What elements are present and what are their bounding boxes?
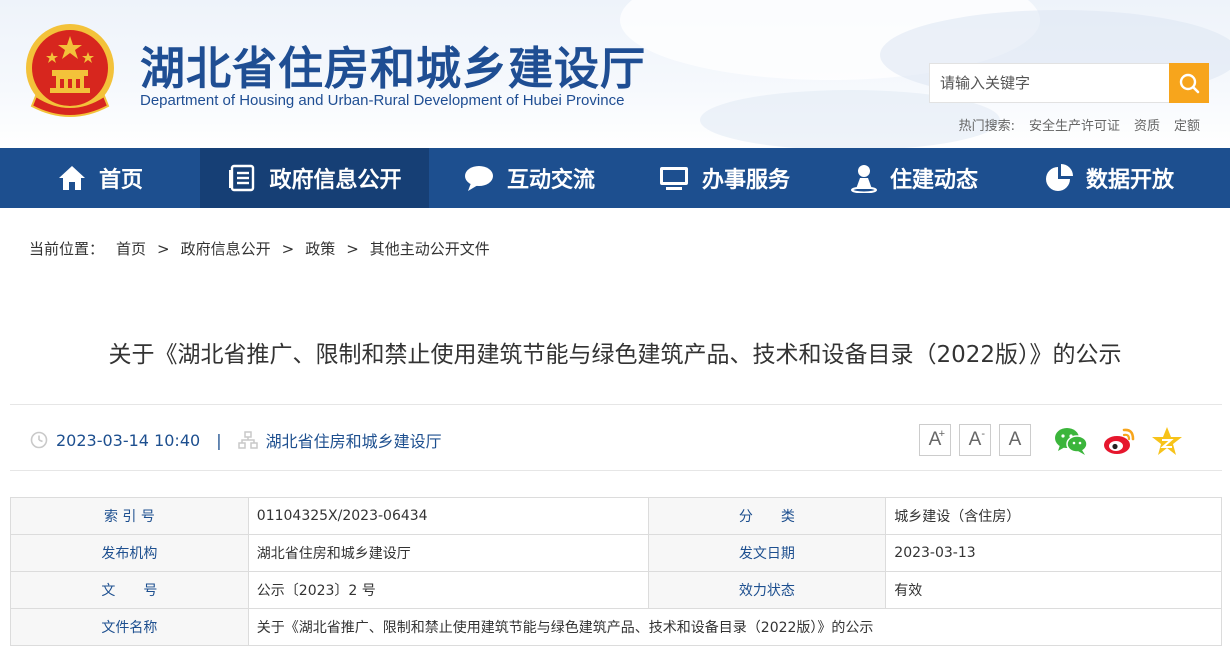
publisher-value: 湖北省住房和城乡建设厅 [247, 534, 649, 572]
nav-item-news[interactable]: 住建动态 [819, 148, 1009, 208]
font-button-sup: + [938, 428, 945, 440]
nav-item-label: 办事服务 [701, 168, 790, 193]
hot-search: 热门搜索: 安全生产许可证 资质 定额 [959, 115, 1200, 134]
organization-icon [237, 431, 258, 449]
home-icon [58, 166, 85, 190]
person-pin-icon [850, 165, 877, 193]
nav-item-label: 首页 [98, 168, 143, 193]
site-subtitle: Department of Housing and Urban-Rural De… [140, 92, 625, 109]
hot-search-item[interactable]: 安全生产许可证 [1029, 115, 1120, 134]
document-number-value: 公示〔2023〕2 号 [247, 571, 649, 609]
issue-date-value: 2023-03-13 [885, 534, 1222, 572]
breadcrumb-item-home[interactable]: 首页 [116, 238, 146, 259]
article-source: 湖北省住房和城乡建设厅 [265, 432, 442, 451]
breadcrumb-item-gov-info[interactable]: 政府信息公开 [181, 238, 271, 259]
share-qzone-button[interactable] [1150, 424, 1184, 458]
document-number-label: 文 号 [10, 571, 249, 609]
table-row: 索 引 号 01104325X/2023-06434 分 类 城乡建设（含住房） [10, 497, 1222, 535]
table-row: 文件名称 关于《湖北省推广、限制和禁止使用建筑节能与绿色建筑产品、技术和设备目录… [10, 608, 1223, 646]
publisher-label: 发布机构 [10, 534, 249, 572]
qzone-icon [1152, 427, 1182, 455]
category-label: 分 类 [647, 497, 887, 535]
validity-status-label: 效力状态 [647, 571, 887, 609]
divider [10, 470, 1222, 471]
font-decrease-button[interactable]: A- [959, 424, 991, 456]
weibo-icon [1104, 428, 1135, 454]
table-row: 发布机构 湖北省住房和城乡建设厅 发文日期 2023-03-13 [10, 534, 1222, 572]
nav-item-gov-info[interactable]: 政府信息公开 [200, 148, 429, 208]
font-reset-button[interactable]: A [999, 424, 1031, 456]
share-weibo-button[interactable] [1102, 424, 1136, 458]
publish-datetime: 2023-03-14 10:40 [56, 430, 201, 450]
clock-icon [30, 431, 48, 449]
share-wechat-button[interactable] [1054, 424, 1088, 458]
breadcrumb-separator: > [157, 239, 170, 258]
article-meta: 2023-03-14 10:40 | 湖北省住房和城乡建设厅 [30, 428, 442, 452]
chat-bubble-icon [464, 166, 493, 191]
nav-item-label: 互动交流 [506, 168, 595, 193]
pie-chart-icon [1045, 164, 1073, 191]
nav-item-label: 政府信息公开 [269, 168, 402, 193]
breadcrumb-item-other-docs[interactable]: 其他主动公开文件 [370, 238, 490, 259]
share-bar [1054, 424, 1184, 458]
document-name-value: 关于《湖北省推广、限制和禁止使用建筑节能与绿色建筑产品、技术和设备目录（2022… [247, 608, 1223, 646]
index-number-label: 索 引 号 [10, 497, 249, 535]
main-nav: 首页 政府信息公开 互动交流 办事服务 住建动态 数据开放 [0, 148, 1230, 208]
nav-item-label: 数据开放 [1085, 168, 1174, 193]
font-button-sup: - [981, 428, 985, 440]
document-info-table: 索 引 号 01104325X/2023-06434 分 类 城乡建设（含住房）… [10, 497, 1223, 646]
hot-search-label: 热门搜索: [958, 119, 1015, 134]
search-box [929, 63, 1209, 103]
issue-date-label: 发文日期 [647, 534, 887, 572]
hot-search-item[interactable]: 资质 [1134, 115, 1160, 134]
meta-separator: | [216, 430, 222, 450]
search-icon [1179, 73, 1200, 94]
font-button-label: A [968, 429, 982, 450]
breadcrumb: 当前位置： 首页 > 政府信息公开 > 政策 > 其他主动公开文件 [29, 238, 490, 259]
breadcrumb-separator: > [346, 239, 359, 258]
monitor-icon [659, 167, 688, 190]
site-title: 湖北省住房和城乡建设厅 [140, 42, 647, 95]
article-title: 关于《湖北省推广、限制和禁止使用建筑节能与绿色建筑产品、技术和设备目录（2022… [108, 342, 1122, 368]
font-increase-button[interactable]: A + [919, 424, 951, 456]
search-button[interactable] [1169, 63, 1209, 103]
breadcrumb-item-policy[interactable]: 政策 [305, 238, 335, 259]
font-button-label: A [1008, 429, 1022, 450]
site-header: 湖北省住房和城乡建设厅 Department of Housing and Ur… [0, 0, 1230, 148]
national-emblem-icon [26, 24, 114, 117]
nav-item-home[interactable]: 首页 [0, 148, 200, 208]
hot-search-item[interactable]: 定额 [1174, 115, 1200, 134]
index-number-value: 01104325X/2023-06434 [247, 497, 649, 535]
nav-item-interaction[interactable]: 互动交流 [429, 148, 629, 208]
document-list-icon [229, 164, 255, 192]
search-input[interactable] [929, 63, 1169, 103]
validity-status-value: 有效 [885, 571, 1222, 609]
nav-item-open-data[interactable]: 数据开放 [1009, 148, 1209, 208]
breadcrumb-label: 当前位置： [29, 240, 105, 258]
breadcrumb-separator: > [281, 239, 295, 258]
wechat-icon [1055, 428, 1088, 455]
nav-item-services[interactable]: 办事服务 [629, 148, 819, 208]
divider [10, 404, 1222, 405]
table-row: 文 号 公示〔2023〕2 号 效力状态 有效 [10, 571, 1222, 609]
font-size-controls: A + A- A [919, 424, 1031, 456]
nav-item-label: 住建动态 [889, 168, 978, 193]
category-value: 城乡建设（含住房） [885, 497, 1222, 535]
document-name-label: 文件名称 [10, 608, 249, 646]
